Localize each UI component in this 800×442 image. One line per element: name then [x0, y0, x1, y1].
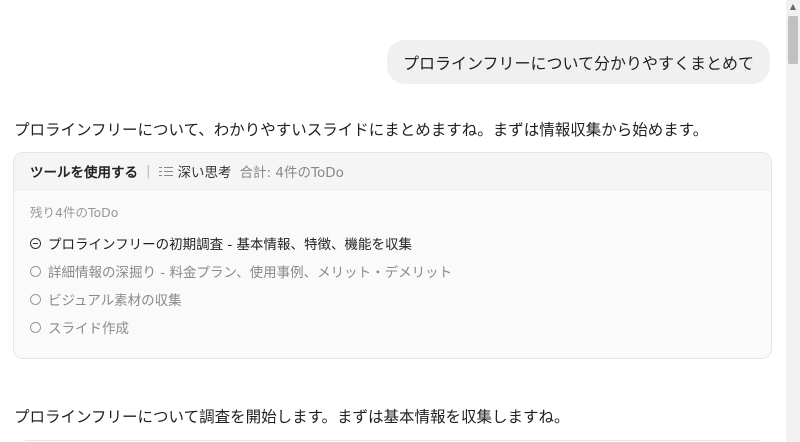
scroll-thumb[interactable]	[788, 16, 798, 64]
todo-total-count: 合計: 4件のToDo	[239, 165, 344, 181]
todo-item: プロラインフリーの初期調査 - 基本情報、特徴、機能を収集	[30, 229, 755, 257]
todo-item: 詳細情報の深掘り - 料金プラン、使用事例、メリット・デメリット	[30, 257, 755, 285]
user-message-text: プロラインフリーについて分かりやすくまとめて	[402, 54, 754, 73]
assistant-message-followup: プロラインフリーについて調査を開始します。まずは基本情報を収集しますね。	[14, 408, 570, 426]
todo-item: スライド作成	[30, 313, 755, 341]
pending-status-icon	[30, 321, 41, 333]
in-progress-status-icon	[30, 237, 41, 249]
pending-status-icon	[30, 293, 41, 305]
divider	[25, 440, 760, 441]
tool-card-body: 残り4件のToDo プロラインフリーの初期調査 - 基本情報、特徴、機能を収集 …	[14, 190, 771, 353]
scroll-up-arrow-icon[interactable]: ▲	[786, 2, 800, 12]
thinking-mode-label: 深い思考	[177, 165, 232, 181]
todo-label: プロラインフリーの初期調査 - 基本情報、特徴、機能を収集	[48, 237, 413, 253]
tool-card-title: ツールを使用する	[30, 165, 138, 181]
todo-label: ビジュアル素材の収集	[48, 293, 182, 309]
todo-remaining-count: 残り4件のToDo	[30, 205, 119, 220]
todo-label: 詳細情報の深掘り - 料金プラン、使用事例、メリット・デメリット	[48, 265, 453, 281]
tool-card-header[interactable]: ツールを使用する | 深い思考 合計: 4件のToDo	[14, 153, 771, 190]
list-icon	[158, 165, 173, 177]
tool-use-card: ツールを使用する | 深い思考 合計: 4件のToDo 残り4件のToDo プロ…	[13, 152, 772, 359]
assistant-message-intro: プロラインフリーについて、わかりやすいスライドにまとめますね。まずは情報収集から…	[14, 121, 709, 139]
todo-item: ビジュアル素材の収集	[30, 285, 755, 313]
vertical-scrollbar[interactable]: ▲	[786, 0, 800, 442]
user-message-bubble: プロラインフリーについて分かりやすくまとめて	[386, 40, 770, 84]
pending-status-icon	[30, 265, 41, 277]
chat-viewport: プロラインフリーについて分かりやすくまとめて プロラインフリーについて、わかりや…	[0, 0, 800, 442]
header-separator: |	[146, 163, 151, 179]
todo-label: スライド作成	[48, 321, 129, 337]
